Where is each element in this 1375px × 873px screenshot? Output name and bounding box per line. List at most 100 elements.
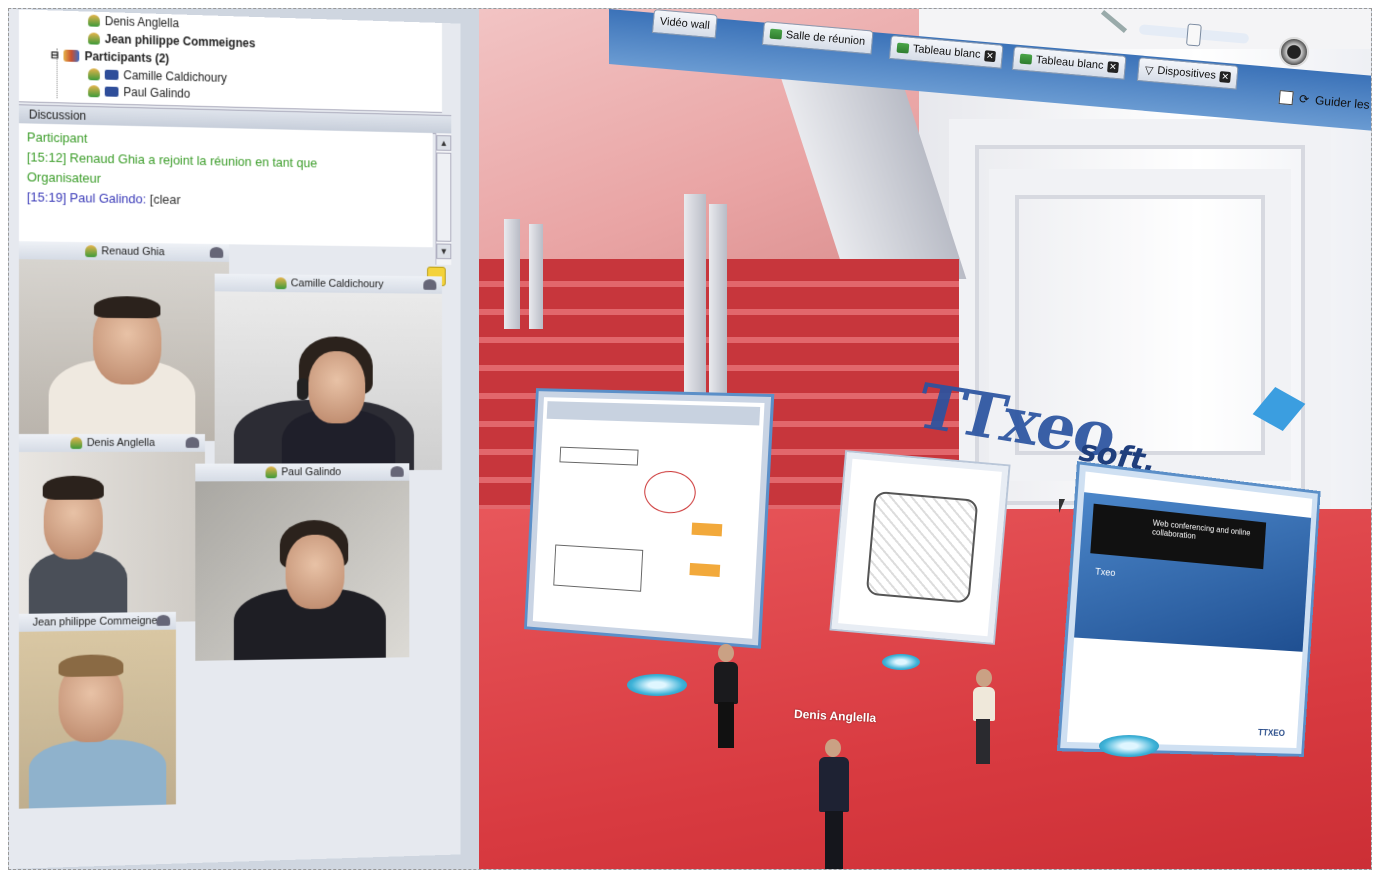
avatar-body [973,687,995,721]
tree-item-label: Denis Anglella [104,14,179,31]
person-icon [265,466,277,479]
teleport-pad[interactable] [1099,735,1159,757]
video-feed [18,259,230,441]
key-icon [104,86,119,97]
person-hair [58,654,124,678]
left-panel: Denis Anglella Jean philippe Commeignes … [9,9,461,869]
close-icon[interactable]: ✕ [1219,70,1232,83]
video-tile[interactable]: Camille Caldichoury [214,273,442,471]
person-icon [88,14,100,27]
scroll-down-icon[interactable]: ▼ [436,243,452,260]
pillar [504,219,520,329]
video-caption: Denis Anglella [18,434,205,453]
guide-checkbox[interactable] [1278,90,1294,106]
user-menu-icon[interactable] [209,246,224,258]
tab-label: Tableau blanc [912,42,982,61]
tree-group-label: Participants (2) [84,49,170,66]
participants-tree: Denis Anglella Jean philippe Commeignes … [18,9,442,113]
teleport-pad[interactable] [627,674,687,696]
avatar-legs [825,811,843,869]
engine-drawing-screen[interactable] [831,452,1009,643]
user-menu-icon[interactable] [390,466,404,477]
avatar-head [718,644,734,662]
whiteboard-screen[interactable] [526,391,772,646]
diagram-box [559,446,639,466]
tab-label: Salle de réunion [785,28,866,48]
room-icon [769,28,783,40]
video-name: Jean philippe Commeignes [32,614,163,629]
tree-item-participant[interactable]: Paul Galindo [88,84,190,101]
tree-item-label: Jean philippe Commeignes [104,31,256,51]
chat-message: [clear [149,191,181,208]
scroll-track[interactable] [436,152,452,242]
person-hair [93,295,161,319]
avatar-head [825,739,841,757]
discussion-log: Participant [15:12] Renaud Ghia a rejoin… [18,123,433,248]
video-feed [18,629,176,809]
tab-label: Dispositives [1156,64,1217,82]
video-tile[interactable]: Denis Anglella [18,434,205,624]
person-hair [42,475,104,500]
video-tile[interactable]: Paul Galindo [195,463,410,661]
person-face [308,351,366,424]
diagram-circle [643,469,697,515]
group-icon [63,49,80,63]
pillar [529,224,543,329]
teleport-pad[interactable] [882,654,920,670]
diagram-note [691,522,723,537]
discussion-scrollbar[interactable]: ▲ ▼ [435,133,452,265]
video-name: Camille Caldichoury [290,277,384,291]
slides-icon: ▽ [1144,64,1154,77]
person-torso [28,550,128,622]
avatar-legs [718,702,734,748]
video-caption: Paul Galindo [195,463,410,483]
person-icon [84,245,97,258]
virtual-meeting-room[interactable]: Vidéo wall Salle de réunion Tableau blan… [479,9,1371,869]
user-menu-icon[interactable] [423,279,437,290]
slide-footer: TTXEO [1257,727,1286,738]
video-feed [195,480,410,661]
slide-title: Txeo [1094,566,1116,579]
close-icon[interactable]: ✕ [984,49,996,62]
whiteboard-icon [1019,53,1033,65]
headset-icon [297,378,309,400]
slide-screen[interactable]: Web conferencing and online collaboratio… [1060,464,1318,754]
video-feed [18,451,205,624]
pencil-icon[interactable] [1100,9,1128,34]
user-menu-icon[interactable] [156,614,171,626]
volume-slider[interactable] [1138,23,1250,47]
person-icon [88,32,100,45]
tree-item-participant[interactable]: Jean philippe Commeignes [88,31,255,50]
chat-sender: [15:19] Paul Galindo: [26,189,150,207]
avatar-head [976,669,992,687]
avatar-body [714,662,738,704]
scroll-up-icon[interactable]: ▲ [436,135,452,151]
tree-group-participants[interactable]: ⊟ Participants (2) [51,48,170,65]
close-icon[interactable]: ✕ [1107,60,1119,73]
diagram-note [689,562,721,578]
avatar-body [819,757,849,812]
diagram-box [553,544,644,592]
key-icon [104,69,119,80]
person-icon [70,437,82,449]
tree-item-label: Paul Galindo [123,85,191,101]
person-face [285,534,345,610]
video-feed [214,291,442,471]
screen-toolbar [546,401,761,426]
video-name: Denis Anglella [86,437,155,449]
slider-knob[interactable] [1185,23,1202,47]
tree-item-participant[interactable]: Denis Anglella [88,14,179,31]
avatar-legs [976,719,990,764]
application-window: Denis Anglella Jean philippe Commeignes … [8,8,1372,870]
tab-label: Vidéo wall [659,15,711,32]
collapse-icon[interactable]: ⊟ [51,50,59,61]
video-tile[interactable]: Renaud Ghia [18,241,230,441]
video-tile[interactable]: Jean philippe Commeignes [18,611,176,809]
video-name: Renaud Ghia [101,245,165,259]
tree-item-participant[interactable]: Camille Caldichoury [88,67,227,85]
speaker-icon[interactable] [1279,37,1309,67]
mouse-cursor-icon [1059,499,1065,513]
guide-icon: ⟳ [1298,91,1310,107]
video-name: Paul Galindo [281,466,342,479]
user-menu-icon[interactable] [185,437,200,448]
